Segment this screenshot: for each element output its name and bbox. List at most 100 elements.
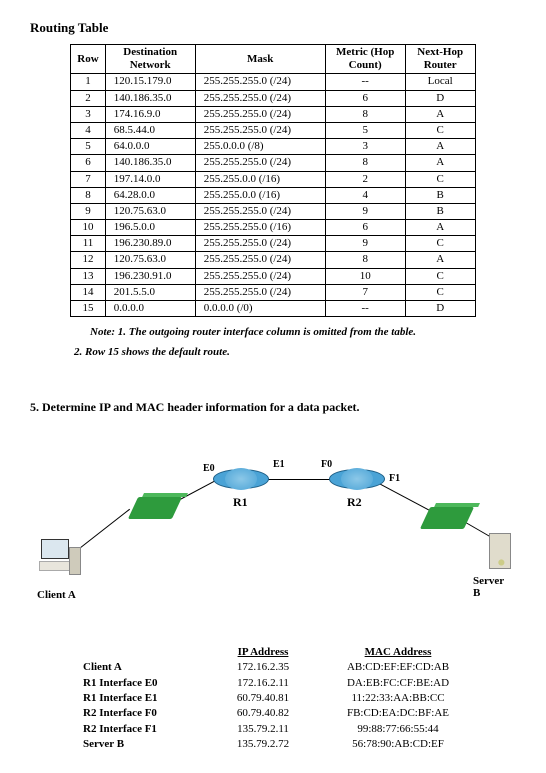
note-line-2: 2. Row 15 shows the default route.	[74, 345, 516, 359]
addr-ip: 172.16.2.35	[203, 660, 323, 675]
cell-row: 10	[71, 220, 105, 236]
cell-dest: 196.230.89.0	[105, 236, 195, 252]
cell-mask: 255.255.255.0 (/24)	[195, 252, 325, 268]
cell-next: D	[405, 301, 475, 317]
cell-next: B	[405, 203, 475, 219]
cell-dest: 64.0.0.0	[105, 139, 195, 155]
cell-metric: 6	[325, 220, 405, 236]
col-mask: Mask	[195, 45, 325, 74]
cell-metric: 8	[325, 252, 405, 268]
client-a-icon	[41, 539, 77, 579]
cell-mask: 255.255.255.0 (/24)	[195, 106, 325, 122]
label-r1: R1	[233, 495, 248, 510]
cell-next: A	[405, 252, 475, 268]
label-f0: F0	[321, 459, 332, 470]
cell-dest: 64.28.0.0	[105, 187, 195, 203]
cell-metric: 6	[325, 90, 405, 106]
addr-mac: 11:22:33:AA:BB:CC	[323, 691, 473, 706]
switch-1-icon	[128, 497, 182, 519]
cell-next: C	[405, 268, 475, 284]
table-row: 13196.230.91.0255.255.255.0 (/24)10C	[71, 268, 475, 284]
cell-mask: 255.255.255.0 (/24)	[195, 155, 325, 171]
cell-metric: 8	[325, 106, 405, 122]
table-row: 3174.16.9.0255.255.255.0 (/24)8A	[71, 106, 475, 122]
cell-metric: --	[325, 301, 405, 317]
addr-ip: 135.79.2.72	[203, 737, 323, 752]
cell-mask: 255.255.255.0 (/24)	[195, 236, 325, 252]
cell-metric: 5	[325, 122, 405, 138]
addr-mac: FB:CD:EA:DC:BF:AE	[323, 706, 473, 721]
header-mac: MAC Address	[323, 645, 473, 660]
table-row: 9120.75.63.0255.255.255.0 (/24)9B	[71, 203, 475, 219]
cell-metric: 9	[325, 236, 405, 252]
addr-row: Client A172.16.2.35AB:CD:EF:EF:CD:AB	[73, 660, 473, 675]
cell-dest: 68.5.44.0	[105, 122, 195, 138]
cell-row: 11	[71, 236, 105, 252]
addr-label: R2 Interface F0	[73, 706, 203, 721]
cell-dest: 201.5.5.0	[105, 284, 195, 300]
cell-next: A	[405, 155, 475, 171]
header-ip: IP Address	[203, 645, 323, 660]
table-row: 14201.5.5.0255.255.255.0 (/24)7C	[71, 284, 475, 300]
cell-row: 7	[71, 171, 105, 187]
cell-next: A	[405, 220, 475, 236]
table-row: 468.5.44.0255.255.255.0 (/24)5C	[71, 122, 475, 138]
server-b-icon	[489, 533, 511, 569]
network-diagram: Client A E0 E1 R1 F0 F1 R2 Server B	[33, 435, 513, 615]
table-row: 7197.14.0.0255.255.0.0 (/16)2C	[71, 171, 475, 187]
addr-row: R2 Interface F1135.79.2.1199:88:77:66:55…	[73, 722, 473, 737]
cell-next: C	[405, 171, 475, 187]
cell-mask: 255.255.255.0 (/24)	[195, 203, 325, 219]
table-row: 10196.5.0.0255.255.255.0 (/16)6A	[71, 220, 475, 236]
addr-mac: 99:88:77:66:55:44	[323, 722, 473, 737]
cell-metric: 3	[325, 139, 405, 155]
cell-mask: 255.255.255.0 (/24)	[195, 268, 325, 284]
cell-dest: 196.5.0.0	[105, 220, 195, 236]
cell-dest: 196.230.91.0	[105, 268, 195, 284]
cell-dest: 140.186.35.0	[105, 90, 195, 106]
cell-dest: 0.0.0.0	[105, 301, 195, 317]
addr-ip: 172.16.2.11	[203, 676, 323, 691]
cell-next: D	[405, 90, 475, 106]
col-row: Row	[71, 45, 105, 74]
table-row: 6140.186.35.0255.255.255.0 (/24)8A	[71, 155, 475, 171]
table-row: 12120.75.63.0255.255.255.0 (/24)8A	[71, 252, 475, 268]
addr-label: Client A	[73, 660, 203, 675]
label-e1: E1	[273, 459, 285, 470]
cell-mask: 255.255.255.0 (/24)	[195, 74, 325, 90]
cell-row: 5	[71, 139, 105, 155]
cell-metric: --	[325, 74, 405, 90]
addr-row: Server B135.79.2.7256:78:90:AB:CD:EF	[73, 737, 473, 752]
col-dest: DestinationNetwork	[105, 45, 195, 74]
cell-row: 4	[71, 122, 105, 138]
client-a-label: Client A	[37, 589, 76, 601]
cell-metric: 7	[325, 284, 405, 300]
addr-label: Server B	[73, 737, 203, 752]
cell-next: A	[405, 139, 475, 155]
cell-next: C	[405, 284, 475, 300]
router-r1-icon	[213, 469, 269, 489]
router-r2-icon	[329, 469, 385, 489]
cell-metric: 8	[325, 155, 405, 171]
cell-mask: 255.255.0.0 (/16)	[195, 171, 325, 187]
cell-next: Local	[405, 74, 475, 90]
cell-mask: 255.255.255.0 (/24)	[195, 284, 325, 300]
cell-metric: 9	[325, 203, 405, 219]
addr-ip: 60.79.40.82	[203, 706, 323, 721]
table-row: 1120.15.179.0255.255.255.0 (/24)--Local	[71, 74, 475, 90]
table-row: 2140.186.35.0255.255.255.0 (/24)6D	[71, 90, 475, 106]
addr-label: R1 Interface E1	[73, 691, 203, 706]
addr-header-row: IP Address MAC Address	[73, 645, 473, 660]
link-r1-r2	[265, 479, 335, 480]
question-5: 5. Determine IP and MAC header informati…	[30, 400, 516, 415]
cell-row: 13	[71, 268, 105, 284]
cell-row: 8	[71, 187, 105, 203]
cell-row: 14	[71, 284, 105, 300]
addr-label: R1 Interface E0	[73, 676, 203, 691]
cell-row: 12	[71, 252, 105, 268]
cell-mask: 255.255.255.0 (/24)	[195, 90, 325, 106]
table-row: 864.28.0.0255.255.0.0 (/16)4B	[71, 187, 475, 203]
cell-row: 6	[71, 155, 105, 171]
cell-mask: 255.255.255.0 (/16)	[195, 220, 325, 236]
cell-row: 3	[71, 106, 105, 122]
